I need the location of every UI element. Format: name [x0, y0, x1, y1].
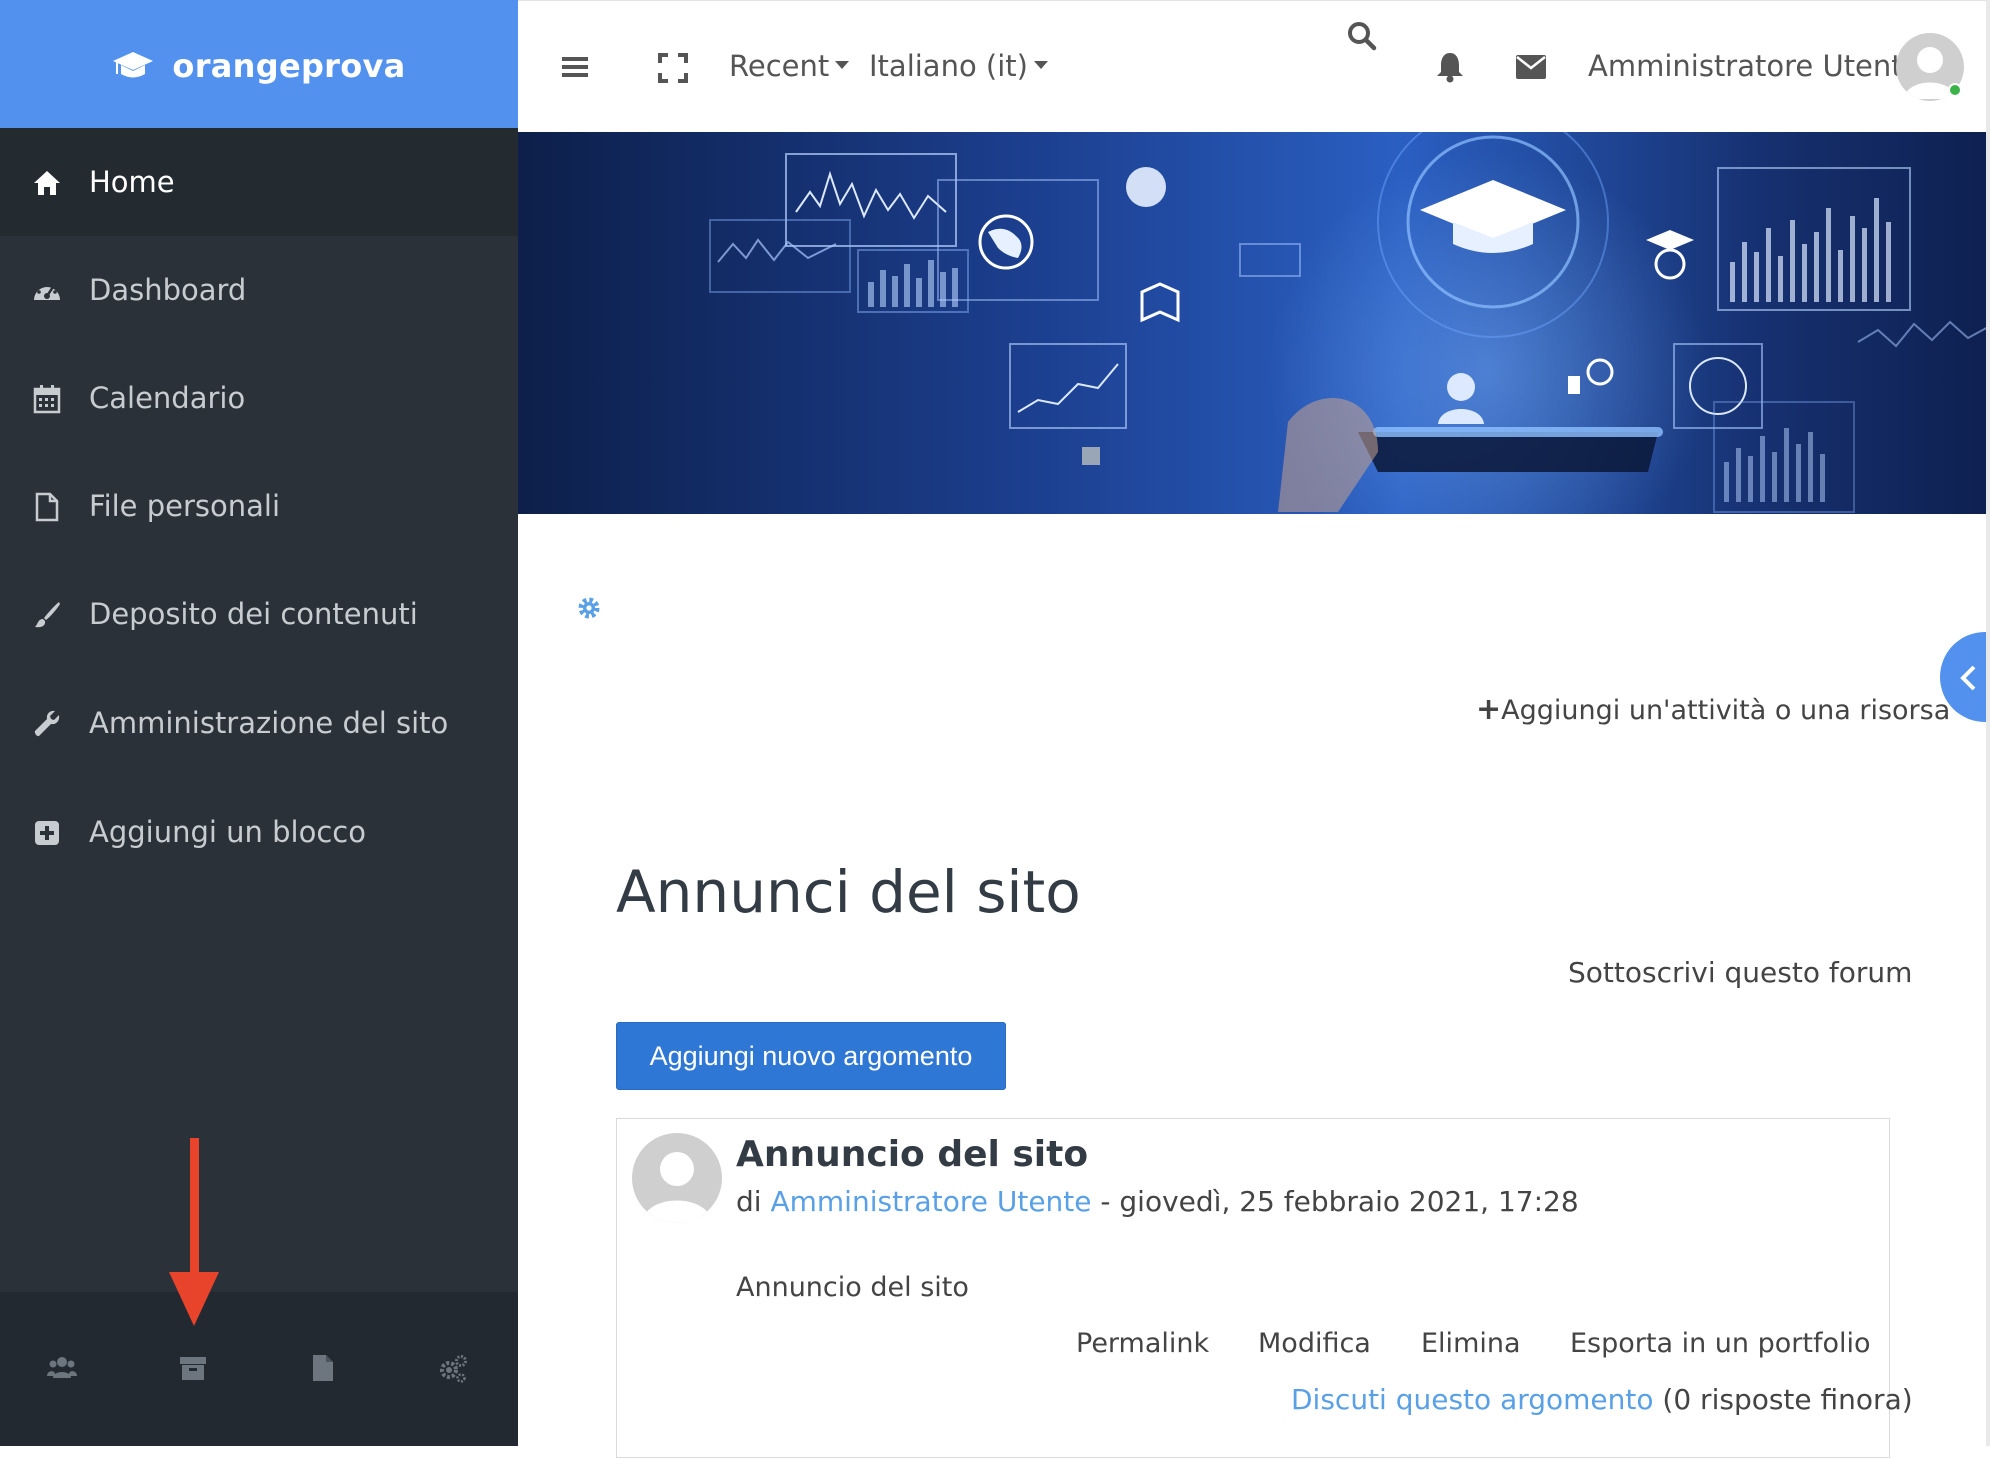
gear-icon[interactable]	[577, 596, 601, 620]
fullscreen-icon[interactable]	[658, 53, 688, 83]
sidebar-item-content-bank[interactable]: Deposito dei contenuti	[0, 560, 518, 668]
post-title: Annuncio del sito	[736, 1134, 1089, 1175]
discuss-row: Discuti questo argomento (0 risposte fin…	[1291, 1383, 1913, 1416]
brand-header[interactable]: orangeprova	[0, 0, 518, 132]
document-icon[interactable]	[307, 1352, 339, 1384]
hamburger-menu-icon[interactable]	[562, 55, 588, 79]
user-name: Amministratore Utente	[1588, 49, 1921, 83]
language-menu-label: Italiano (it)	[869, 49, 1028, 83]
chevron-left-icon	[1960, 665, 1976, 691]
sidebar-item-dashboard[interactable]: Dashboard	[0, 236, 518, 344]
cogs-icon[interactable]	[437, 1352, 469, 1384]
post-date: - giovedì, 25 febbraio 2021, 17:28	[1100, 1185, 1579, 1218]
subscribe-forum-link[interactable]: Sottoscrivi questo forum	[1568, 956, 1912, 989]
sidebar-item-home[interactable]: Home	[0, 128, 518, 236]
online-status-dot	[1948, 83, 1962, 97]
bell-icon[interactable]	[1435, 51, 1465, 83]
language-menu[interactable]: Italiano (it)	[869, 49, 1048, 83]
sidebar-item-label: Amministrazione del sito	[89, 706, 449, 740]
sidebar-item-label: Calendario	[89, 381, 246, 415]
technology-education-illustration	[518, 132, 1990, 514]
plus-icon: +	[1476, 692, 1502, 727]
search-icon[interactable]	[1347, 21, 1377, 51]
sidebar-item-label: Dashboard	[89, 273, 247, 307]
sidebar-item-label: Aggiungi un blocco	[89, 815, 366, 849]
scrollbar[interactable]	[1986, 0, 1990, 1446]
calendar-icon	[33, 385, 61, 414]
sidebar-item-site-admin[interactable]: Amministrazione del sito	[0, 669, 518, 777]
edit-link[interactable]: Modifica	[1258, 1328, 1371, 1359]
sidebar-item-calendar[interactable]: Calendario	[0, 344, 518, 452]
recent-menu[interactable]: Recent	[729, 49, 850, 83]
hero-banner-image	[518, 132, 1990, 514]
post-meta: di Amministratore Utente - giovedì, 25 f…	[736, 1185, 1579, 1218]
envelope-icon[interactable]	[1516, 55, 1546, 79]
dashboard-icon	[34, 284, 60, 300]
sidebar: orangeprova Home Dashboard Calendario Fi…	[0, 0, 518, 1446]
plus-square-icon	[35, 821, 59, 845]
discuss-topic-link[interactable]: Discuti questo argomento	[1291, 1383, 1654, 1416]
export-portfolio-link[interactable]: Esporta in un portfolio	[1570, 1328, 1871, 1359]
sidebar-item-add-block[interactable]: Aggiungi un blocco	[0, 778, 518, 886]
top-navbar: Recent Italiano (it) Amministratore Uten…	[518, 0, 1990, 132]
recent-menu-label: Recent	[729, 49, 830, 83]
brush-icon	[35, 602, 60, 628]
add-activity-link[interactable]: +Aggiungi un'attività o una risorsa	[1476, 692, 1950, 727]
file-icon	[35, 492, 59, 522]
sidebar-item-label: Home	[89, 165, 175, 199]
home-icon	[34, 171, 60, 195]
archive-icon[interactable]	[177, 1352, 209, 1384]
post-author-link[interactable]: Amministratore Utente	[770, 1185, 1091, 1218]
add-new-topic-button[interactable]: Aggiungi nuovo argomento	[616, 1022, 1006, 1090]
post-body: Annuncio del sito	[736, 1272, 969, 1303]
annotation-arrow-icon	[169, 1138, 219, 1326]
delete-link[interactable]: Elimina	[1421, 1328, 1521, 1359]
users-icon[interactable]	[46, 1352, 78, 1384]
graduation-cap-icon	[113, 52, 154, 78]
sidebar-item-private-files[interactable]: File personali	[0, 452, 518, 560]
permalink-link[interactable]: Permalink	[1076, 1328, 1209, 1359]
chevron-down-icon	[1033, 61, 1048, 69]
user-menu[interactable]: Amministratore Utente	[1588, 49, 1921, 83]
sidebar-item-label: Deposito dei contenuti	[89, 597, 418, 631]
brand-name: orangeprova	[172, 47, 406, 85]
sidebar-item-label: File personali	[89, 489, 281, 523]
add-activity-label: Aggiungi un'attività o una risorsa	[1501, 695, 1951, 726]
post-author-avatar[interactable]	[632, 1133, 722, 1223]
chevron-down-icon	[835, 61, 850, 69]
wrench-icon	[34, 710, 60, 737]
user-silhouette-icon	[642, 1152, 712, 1223]
page-title: Annunci del sito	[616, 858, 1081, 926]
reply-count: (0 risposte finora)	[1662, 1383, 1913, 1416]
post-by: di	[736, 1185, 762, 1218]
